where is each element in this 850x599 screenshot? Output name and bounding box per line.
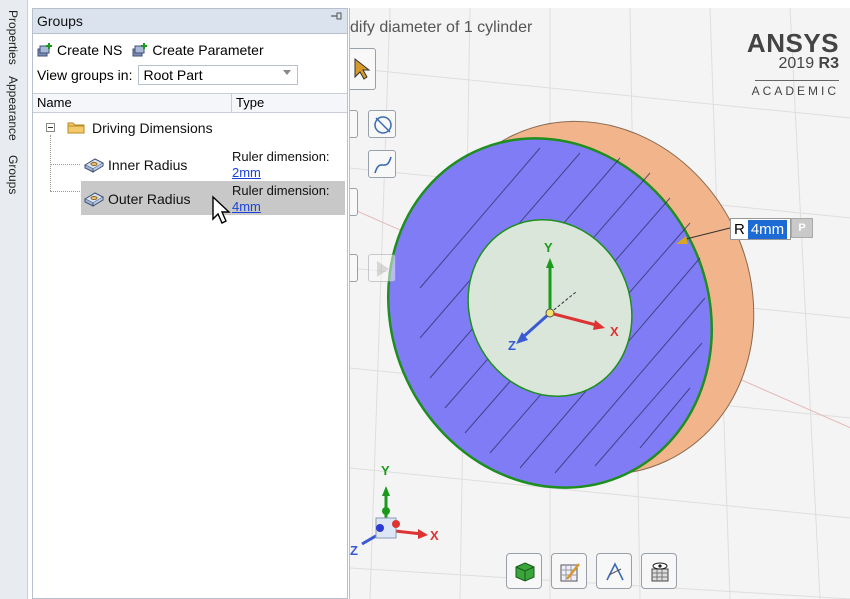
column-type[interactable]: Type bbox=[232, 94, 347, 112]
triad-label-x: X bbox=[430, 528, 439, 543]
prompt-text: dify diameter of 1 cylinder bbox=[350, 19, 533, 36]
create-ns-icon bbox=[37, 42, 53, 58]
groups-tree: Name Type Driving Dimensions Inner Radiu… bbox=[33, 93, 347, 215]
axis-label-y: Y bbox=[544, 240, 553, 255]
tree-item-outer-radius[interactable]: Outer Radius Ruler dimension: 4mm bbox=[33, 181, 347, 215]
play-icon bbox=[373, 259, 393, 282]
parameter-button[interactable]: P bbox=[791, 218, 813, 238]
cube-icon bbox=[514, 561, 536, 586]
dimension-input[interactable]: R 4mm bbox=[730, 218, 792, 240]
annotation-icon bbox=[604, 561, 626, 586]
pointer-icon bbox=[352, 57, 372, 84]
dimension-icon bbox=[83, 189, 105, 210]
logo-version: 2019 R3 bbox=[779, 55, 840, 73]
create-parameter-icon bbox=[132, 42, 148, 58]
tool-button[interactable] bbox=[350, 188, 358, 216]
eye-grid-icon bbox=[649, 561, 671, 586]
tool-button[interactable] bbox=[350, 254, 358, 282]
view-groups-select[interactable]: Root Part bbox=[138, 65, 299, 85]
create-parameter-button[interactable]: Create Parameter bbox=[132, 42, 264, 58]
spline-icon bbox=[372, 154, 394, 179]
parameter-icon: P bbox=[798, 222, 806, 234]
side-tab-strip: Properties Appearance Groups bbox=[0, 0, 28, 599]
dimension-icon bbox=[83, 155, 105, 176]
panel-header: Groups bbox=[33, 9, 347, 34]
display-button[interactable] bbox=[641, 553, 677, 589]
annotation-button[interactable] bbox=[596, 553, 632, 589]
sketch-button[interactable] bbox=[551, 553, 587, 589]
logo-version-number: 2019 bbox=[778, 55, 815, 72]
view-groups-value: Root Part bbox=[143, 67, 203, 83]
view-groups-label: View groups in: bbox=[37, 67, 133, 83]
logo-release: R3 bbox=[818, 55, 839, 72]
orbit-icon bbox=[372, 114, 394, 139]
triad-label-y: Y bbox=[381, 463, 390, 478]
groups-panel: Groups Create NS Create Parameter View g… bbox=[32, 8, 348, 599]
view-cube-button[interactable] bbox=[506, 553, 542, 589]
create-ns-label: Create NS bbox=[57, 42, 123, 58]
select-tool-button[interactable] bbox=[350, 48, 376, 90]
collapse-icon[interactable] bbox=[46, 123, 55, 132]
pin-icon[interactable] bbox=[329, 11, 343, 24]
panel-toolbar: Create NS Create Parameter bbox=[37, 37, 264, 63]
item-type-value-link[interactable]: 4mm bbox=[232, 199, 261, 215]
logo-divider bbox=[755, 80, 839, 81]
item-label: Inner Radius bbox=[108, 157, 188, 173]
tree-header: Name Type bbox=[33, 93, 347, 113]
folder-label: Driving Dimensions bbox=[92, 120, 213, 136]
panel-title: Groups bbox=[37, 13, 83, 29]
mouse-cursor-icon bbox=[211, 195, 231, 228]
play-tool-button[interactable] bbox=[368, 254, 396, 282]
logo-edition: ACADEMIC bbox=[751, 84, 839, 98]
spline-tool-button[interactable] bbox=[368, 150, 396, 178]
item-type-value-link[interactable]: 2mm bbox=[232, 165, 261, 181]
create-ns-button[interactable]: Create NS bbox=[37, 42, 122, 58]
orbit-tool-button[interactable] bbox=[368, 110, 396, 138]
tab-groups[interactable]: Groups bbox=[2, 155, 24, 199]
3d-viewport[interactable]: dify diameter of 1 cylinder ANSYS 2019 R… bbox=[349, 8, 850, 599]
item-type-label: Ruler dimension: bbox=[232, 149, 330, 164]
triad-label-z: Z bbox=[350, 543, 358, 558]
view-groups-row: View groups in: Root Part bbox=[37, 65, 299, 85]
create-parameter-label: Create Parameter bbox=[152, 42, 264, 58]
dimension-prefix: R bbox=[734, 220, 745, 238]
sketch-grid-icon bbox=[559, 561, 581, 586]
item-label: Outer Radius bbox=[108, 191, 191, 207]
tab-appearance[interactable]: Appearance bbox=[2, 76, 24, 148]
tree-item-inner-radius[interactable]: Inner Radius Ruler dimension: 2mm bbox=[33, 147, 347, 181]
column-name[interactable]: Name bbox=[33, 94, 232, 112]
dimension-value[interactable]: 4mm bbox=[747, 219, 788, 239]
tab-properties[interactable]: Properties bbox=[2, 10, 24, 70]
axis-label-x: X bbox=[610, 324, 619, 339]
tool-button[interactable] bbox=[350, 110, 358, 138]
item-type-label: Ruler dimension: bbox=[232, 183, 330, 198]
folder-icon bbox=[67, 120, 85, 134]
tree-folder-row[interactable]: Driving Dimensions bbox=[33, 117, 347, 139]
axis-label-z: Z bbox=[508, 338, 516, 353]
chevron-down-icon bbox=[283, 70, 292, 75]
